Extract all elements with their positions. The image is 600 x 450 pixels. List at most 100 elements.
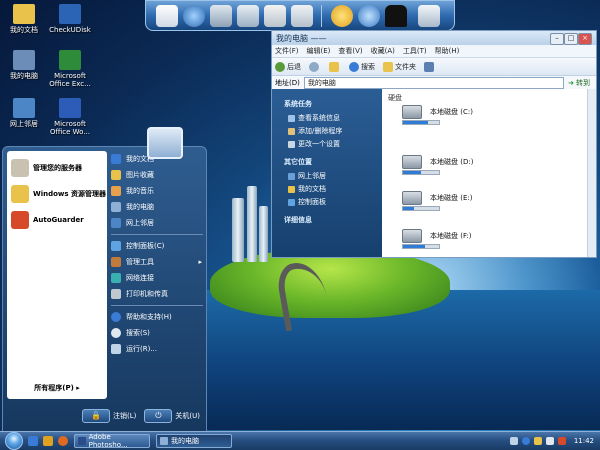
drive-f[interactable]: 本地磁盘 (F:): [402, 229, 472, 249]
sun-icon[interactable]: [331, 5, 353, 27]
start-item-admin-tools[interactable]: 管理工具 ▸: [109, 254, 205, 270]
ie-icon[interactable]: [28, 436, 38, 446]
network-globe-icon[interactable]: [358, 5, 380, 27]
desktop-icon-network[interactable]: 网上邻居: [0, 98, 48, 128]
notes-icon[interactable]: [156, 5, 178, 27]
go-button[interactable]: ➜ 转到: [568, 78, 590, 88]
menu-edit[interactable]: 编辑(E): [307, 46, 331, 56]
pinned-label: Windows 资源管理器: [33, 190, 106, 198]
minimize-button[interactable]: –: [550, 33, 564, 45]
task-change-setting[interactable]: 更改一个设置: [288, 139, 382, 149]
gallery-icon[interactable]: [264, 5, 286, 27]
tools-icon[interactable]: [291, 5, 313, 27]
media-icon[interactable]: [43, 436, 53, 446]
window-titlebar[interactable]: 我的电脑 —— – □ ×: [272, 31, 596, 45]
desktop-icon-word[interactable]: Microsoft Office Wo...: [46, 98, 94, 136]
drive-d[interactable]: 本地磁盘 (D:): [402, 155, 473, 175]
task-heading-system[interactable]: 系统任务: [284, 99, 382, 109]
menu-view[interactable]: 查看(V): [338, 46, 362, 56]
drive-c[interactable]: 本地磁盘 (C:): [402, 105, 473, 125]
menu-favorites[interactable]: 收藏(A): [371, 46, 395, 56]
documents-icon: [288, 185, 295, 193]
logoff-button[interactable]: 🔒 注销(L): [82, 409, 136, 423]
desktop-icon-checkudisk[interactable]: CheckUDisk: [46, 4, 94, 34]
clock[interactable]: 11:42: [574, 437, 594, 445]
pictures-icon: [111, 170, 121, 180]
pinned-label: AutoGuarder: [33, 216, 84, 224]
start-item-music[interactable]: 我的音乐: [109, 183, 205, 199]
desktop-icon-my-computer[interactable]: 我的电脑: [0, 50, 48, 80]
desktop-icon-excel[interactable]: Microsoft Office Exc...: [46, 50, 94, 88]
vertical-scrollbar[interactable]: [587, 89, 596, 257]
forward-button[interactable]: [309, 61, 321, 72]
tray-volume-icon[interactable]: [545, 437, 554, 445]
pinned-windows-explorer[interactable]: Windows 资源管理器: [11, 185, 107, 203]
tray-shield-icon[interactable]: [533, 437, 542, 445]
computer-icon: [13, 50, 35, 70]
logoff-label: 注销(L): [113, 412, 137, 420]
close-button[interactable]: ×: [578, 33, 592, 45]
search-button[interactable]: 搜索: [349, 61, 375, 72]
start-button[interactable]: [5, 432, 23, 450]
shirt-icon[interactable]: [385, 5, 407, 27]
pinned-server-manager[interactable]: 管理您的服务器: [11, 159, 107, 177]
menu-separator: [111, 305, 203, 306]
drive-label: 本地磁盘 (C:): [430, 108, 473, 116]
hard-drive-icon: [402, 191, 422, 205]
computer-icon: [160, 437, 168, 445]
menu-tools[interactable]: 工具(T): [403, 46, 427, 56]
globe-icon[interactable]: [183, 5, 205, 27]
drive-usage-bar: [402, 120, 440, 125]
desktop-icon-my-documents[interactable]: 我的文档: [0, 4, 48, 34]
drive-e[interactable]: 本地磁盘 (E:): [402, 191, 472, 211]
start-item-my-computer[interactable]: 我的电脑: [109, 199, 205, 215]
folder-icon[interactable]: [210, 5, 232, 27]
task-heading-details[interactable]: 详细信息: [284, 215, 382, 225]
maximize-button[interactable]: □: [564, 33, 578, 45]
start-item-search[interactable]: 搜索(S): [109, 325, 205, 341]
start-item-run[interactable]: 运行(R)...: [109, 341, 205, 357]
start-item-network[interactable]: 网上邻居: [109, 215, 205, 231]
pinned-autoguarder[interactable]: AutoGuarder: [11, 211, 107, 229]
start-item-network-connections[interactable]: 网络连接: [109, 270, 205, 286]
back-button[interactable]: 后退: [275, 61, 301, 72]
taskbar-button-photoshop[interactable]: Adobe Photosho...: [74, 433, 150, 449]
shutdown-button[interactable]: ⏻ 关机(U): [144, 409, 200, 423]
chevron-right-icon: ▸: [198, 258, 202, 266]
taskbar-button-my-computer[interactable]: 我的电脑: [156, 434, 232, 448]
views-button[interactable]: [424, 61, 436, 72]
task-control-panel[interactable]: 控制面板: [288, 197, 382, 207]
tray-help-icon[interactable]: [521, 437, 530, 445]
menu-help[interactable]: 帮助(H): [435, 46, 460, 56]
start-item-control-panel[interactable]: 控制面板(C): [109, 238, 205, 254]
go-label: 转到: [576, 79, 590, 87]
task-my-documents[interactable]: 我的文档: [288, 184, 382, 194]
network-icon: [111, 218, 121, 228]
task-network-places[interactable]: 网上邻居: [288, 171, 382, 181]
recycle-bin-icon[interactable]: [418, 5, 440, 27]
up-button[interactable]: [329, 61, 341, 72]
drive-usage-bar: [402, 244, 440, 249]
task-add-remove-programs[interactable]: 添加/删除程序: [288, 126, 382, 136]
tray-security-icon[interactable]: [557, 437, 566, 445]
task-view-system-info[interactable]: 查看系统信息: [288, 113, 382, 123]
search-icon: [111, 328, 121, 338]
top-dock: [145, 0, 455, 31]
menu-file[interactable]: 文件(F): [275, 46, 299, 56]
system-info-icon: [288, 114, 295, 122]
address-field[interactable]: 我的电脑: [303, 77, 565, 89]
all-programs-button[interactable]: 所有程序(P) ▸: [7, 383, 107, 393]
start-item-printers[interactable]: 打印机和传真: [109, 286, 205, 302]
usb-disk-icon: [59, 4, 81, 24]
desktop-icon-label: 我的电脑: [10, 72, 38, 80]
start-item-help[interactable]: 帮助和支持(H): [109, 309, 205, 325]
firefox-icon[interactable]: [58, 436, 68, 446]
lock-icon: 🔒: [82, 409, 111, 423]
tray-network-icon[interactable]: [509, 437, 518, 445]
start-item-label: 我的电脑: [126, 203, 154, 211]
start-item-pictures[interactable]: 图片收藏: [109, 167, 205, 183]
drive-usage-fill: [403, 207, 414, 210]
task-heading-other[interactable]: 其它位置: [284, 157, 382, 167]
folders-button[interactable]: 文件夹: [383, 61, 416, 72]
folder-open-icon[interactable]: [237, 5, 259, 27]
